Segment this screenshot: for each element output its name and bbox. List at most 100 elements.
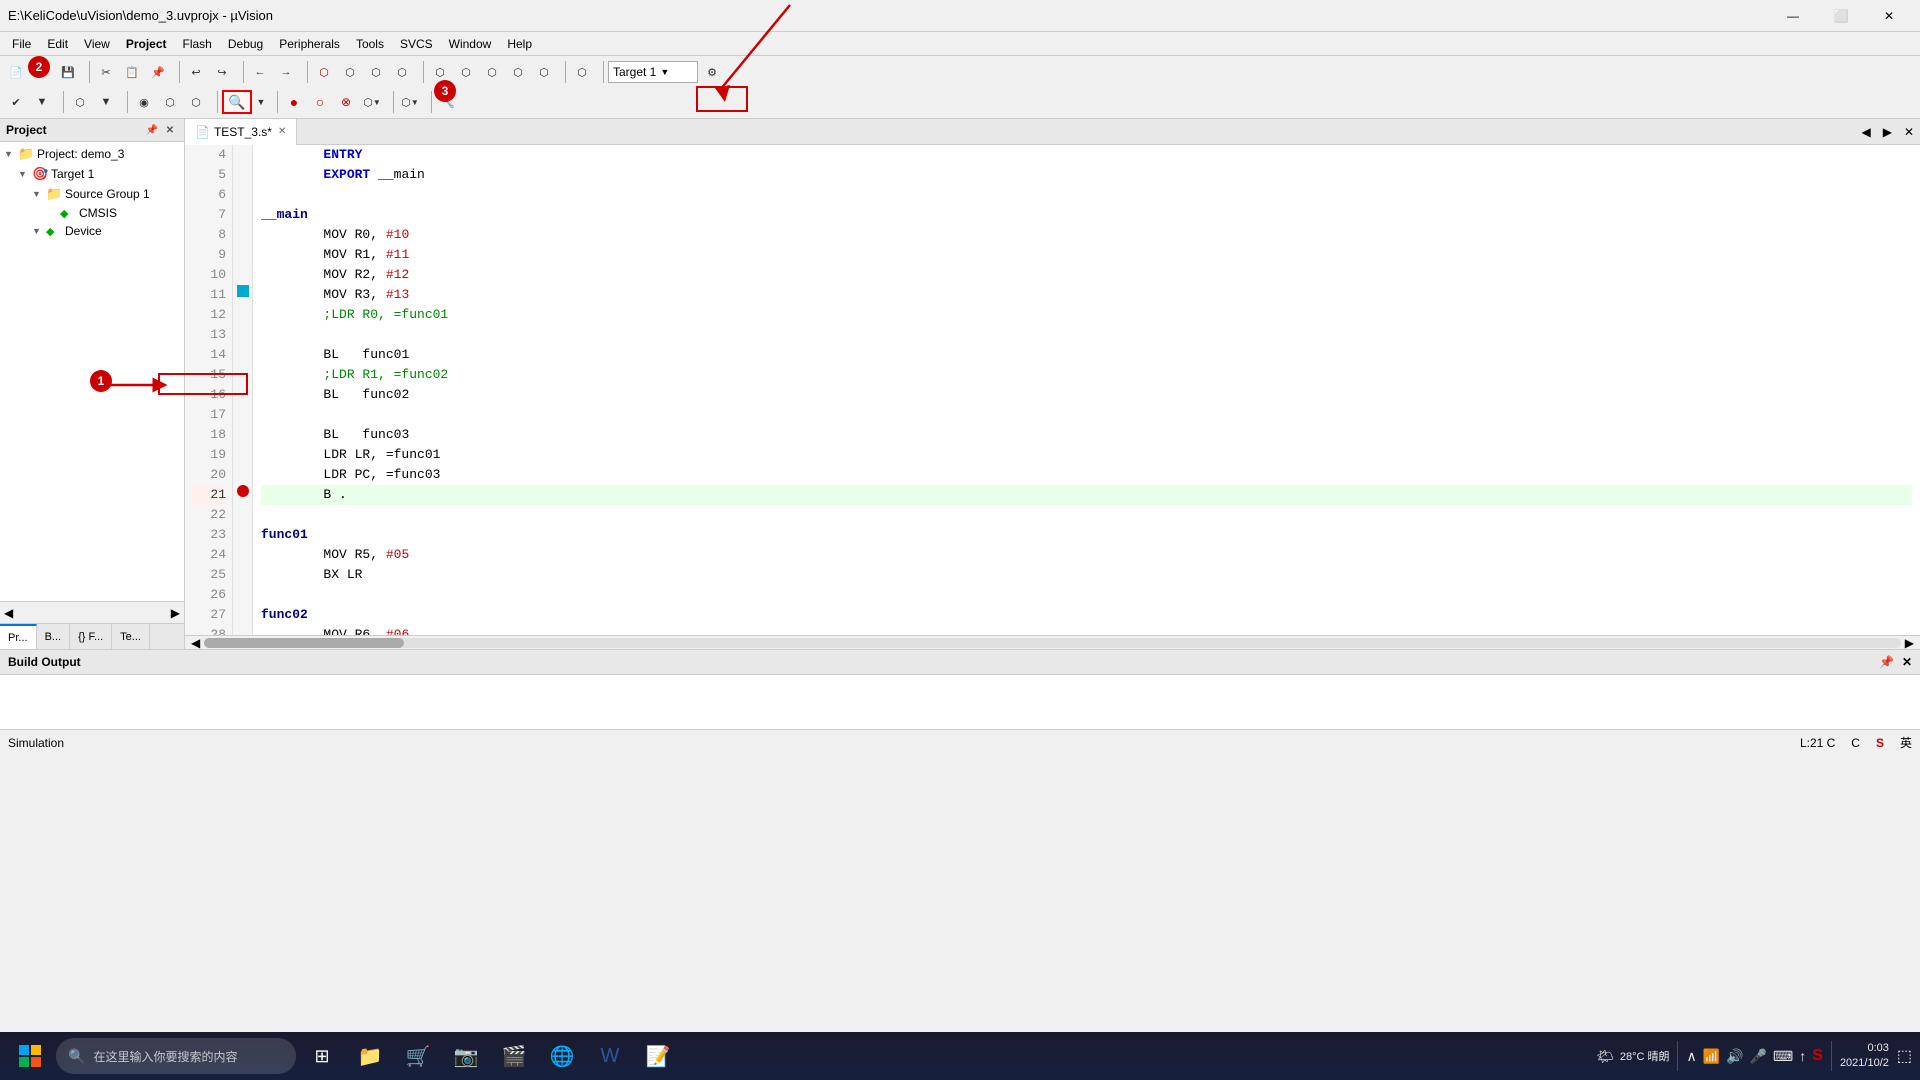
taskbar-store[interactable]: 🛒 bbox=[396, 1034, 440, 1078]
editor-tab-test3s[interactable]: 📄 TEST_3.s* ✕ bbox=[185, 119, 297, 145]
scroll-left-btn[interactable]: ◀ bbox=[187, 636, 204, 650]
taskbar-photos[interactable]: 📷 bbox=[444, 1034, 488, 1078]
menu-help[interactable]: Help bbox=[499, 35, 540, 53]
menu-svcs[interactable]: SVCS bbox=[392, 35, 441, 53]
panel-scroll-left[interactable]: ◀ bbox=[4, 606, 13, 620]
tb-extra1[interactable]: ⬡ bbox=[570, 60, 594, 84]
menu-tools[interactable]: Tools bbox=[348, 35, 392, 53]
tb-dbg4[interactable]: ⬡ bbox=[506, 60, 530, 84]
tb-dbg5[interactable]: ⬡ bbox=[532, 60, 556, 84]
menu-project[interactable]: Project bbox=[118, 35, 175, 53]
build-output-pin[interactable]: 📌 bbox=[1879, 655, 1894, 669]
tb-bp-red[interactable]: ● bbox=[282, 90, 306, 114]
tb-bp-circle[interactable]: ○ bbox=[308, 90, 332, 114]
tb-build-all[interactable]: ⬡ bbox=[338, 60, 362, 84]
status-shuang-icon: S bbox=[1876, 736, 1884, 750]
maximize-button[interactable]: ⬜ bbox=[1818, 0, 1864, 32]
tb-r2-2[interactable]: ▼ bbox=[30, 90, 54, 114]
code-hscroll[interactable]: ◀ ▶ bbox=[185, 635, 1920, 649]
tb-translate[interactable]: ⬡ bbox=[364, 60, 388, 84]
wifi-icon[interactable]: 📶 bbox=[1703, 1048, 1720, 1065]
clock[interactable]: 0:03 2021/10/2 bbox=[1840, 1041, 1889, 1072]
tab-scroll-left[interactable]: ◀ bbox=[1855, 125, 1876, 139]
tab-scroll-right[interactable]: ▶ bbox=[1877, 125, 1898, 139]
keyboard-icon[interactable]: ⌨ bbox=[1773, 1048, 1793, 1065]
tray-sep2 bbox=[1831, 1041, 1832, 1071]
minimize-button[interactable]: — bbox=[1770, 0, 1816, 32]
tb-undo[interactable]: ↩ bbox=[184, 60, 208, 84]
tb-window[interactable]: ⬡▼ bbox=[398, 90, 422, 114]
tb-r2-7[interactable]: ⬡ bbox=[184, 90, 208, 114]
volume-icon[interactable]: 🔊 bbox=[1726, 1048, 1743, 1065]
toolbar-sep12 bbox=[388, 91, 394, 113]
taskbar-word[interactable]: W bbox=[588, 1034, 632, 1078]
tree-project[interactable]: ▼ 📁 Project: demo_3 bbox=[0, 144, 184, 164]
menu-window[interactable]: Window bbox=[441, 35, 500, 53]
menu-edit[interactable]: Edit bbox=[39, 35, 76, 53]
project-panel-title: Project bbox=[6, 123, 47, 137]
tb-magnifier-dropdown[interactable]: ▼ bbox=[254, 90, 268, 114]
taskbar-search[interactable]: 🔍 在这里输入你要搜索的内容 bbox=[56, 1038, 296, 1074]
menu-peripherals[interactable]: Peripherals bbox=[271, 35, 348, 53]
shushuang-icon[interactable]: S bbox=[1812, 1047, 1823, 1065]
tb-paste[interactable]: 📌 bbox=[146, 60, 170, 84]
tree-source-group[interactable]: ▼ 📁 Source Group 1 bbox=[0, 184, 184, 204]
panel-close[interactable]: ✕ bbox=[162, 122, 178, 138]
tb-r2-5[interactable]: ◉ bbox=[132, 90, 156, 114]
tab-functions[interactable]: {} F... bbox=[70, 624, 112, 649]
tb-build[interactable]: ⬡ bbox=[312, 60, 336, 84]
task-view-button[interactable]: ⊞ bbox=[300, 1034, 344, 1078]
tb-save[interactable]: 💾 bbox=[56, 60, 80, 84]
tb-nav-back[interactable]: ← bbox=[248, 60, 272, 84]
tb-bp-x[interactable]: ⊗ bbox=[334, 90, 358, 114]
tab-templates[interactable]: Te... bbox=[112, 624, 150, 649]
notification-button[interactable]: ⬚ bbox=[1897, 1046, 1912, 1066]
start-button[interactable] bbox=[8, 1034, 52, 1078]
close-button[interactable]: ✕ bbox=[1866, 0, 1912, 32]
tb-redo[interactable]: ↪ bbox=[210, 60, 234, 84]
tree-cmsis[interactable]: ◆ CMSIS bbox=[0, 204, 184, 222]
tb-r2-1[interactable]: ✔ bbox=[4, 90, 28, 114]
tab-books[interactable]: B... bbox=[37, 624, 71, 649]
tb-new[interactable]: 📄 bbox=[4, 60, 28, 84]
taskbar-edge[interactable]: 🌐 bbox=[540, 1034, 584, 1078]
tb-magnifier[interactable]: 🔍 bbox=[222, 90, 252, 114]
tb-target-opts[interactable]: ⚙ bbox=[700, 60, 724, 84]
upload-icon[interactable]: ↑ bbox=[1799, 1048, 1806, 1064]
menu-debug[interactable]: Debug bbox=[220, 35, 271, 53]
scroll-thumb[interactable] bbox=[204, 638, 404, 648]
tree-device[interactable]: ▼ ◆ Device bbox=[0, 222, 184, 240]
tb-nav-fwd[interactable]: → bbox=[274, 60, 298, 84]
code-scroll-area[interactable]: 4 5 6 7 8 9 10 11 12 13 14 15 16 17 18 1… bbox=[185, 145, 1920, 635]
tb-bp-options[interactable]: ⬡▼ bbox=[360, 90, 384, 114]
tree-target[interactable]: ▼ 🎯 Target 1 bbox=[0, 164, 184, 184]
mic-icon[interactable]: 🎤 bbox=[1750, 1048, 1767, 1065]
toolbar-sep4 bbox=[302, 61, 308, 83]
tb-dbg3[interactable]: ⬡ bbox=[480, 60, 504, 84]
tb-dbg2[interactable]: ⬡ bbox=[454, 60, 478, 84]
menu-flash[interactable]: Flash bbox=[175, 35, 220, 53]
menu-file[interactable]: File bbox=[4, 35, 39, 53]
taskbar-explorer[interactable]: 📁 bbox=[348, 1034, 392, 1078]
tb-r2-4[interactable]: ▼ bbox=[94, 90, 118, 114]
panel-scroll-right[interactable]: ▶ bbox=[171, 606, 180, 620]
tb-r2-3[interactable]: ⬡ bbox=[68, 90, 92, 114]
menu-view[interactable]: View bbox=[76, 35, 118, 53]
target-dropdown[interactable]: Target 1 ▼ bbox=[608, 61, 698, 83]
tab-close-all[interactable]: ✕ bbox=[1898, 125, 1920, 139]
tb-cut[interactable]: ✂ bbox=[94, 60, 118, 84]
tab-project[interactable]: Pr... bbox=[0, 624, 37, 649]
tab-arrows: ◀ ▶ ✕ bbox=[1855, 125, 1920, 139]
taskbar-notes[interactable]: 📝 bbox=[636, 1034, 680, 1078]
scroll-right-btn[interactable]: ▶ bbox=[1901, 636, 1918, 650]
tb-copy[interactable]: 📋 bbox=[120, 60, 144, 84]
scroll-track[interactable] bbox=[204, 638, 1901, 648]
tab-close-button[interactable]: ✕ bbox=[278, 126, 286, 137]
tb-r2-6[interactable]: ⬡ bbox=[158, 90, 182, 114]
up-arrow-icon[interactable]: ∧ bbox=[1686, 1048, 1696, 1065]
status-lang: 英 bbox=[1900, 734, 1912, 751]
build-output-close[interactable]: ✕ bbox=[1902, 655, 1912, 669]
taskbar-media[interactable]: 🎬 bbox=[492, 1034, 536, 1078]
panel-pin[interactable]: 📌 bbox=[144, 122, 160, 138]
tb-stop[interactable]: ⬡ bbox=[390, 60, 414, 84]
